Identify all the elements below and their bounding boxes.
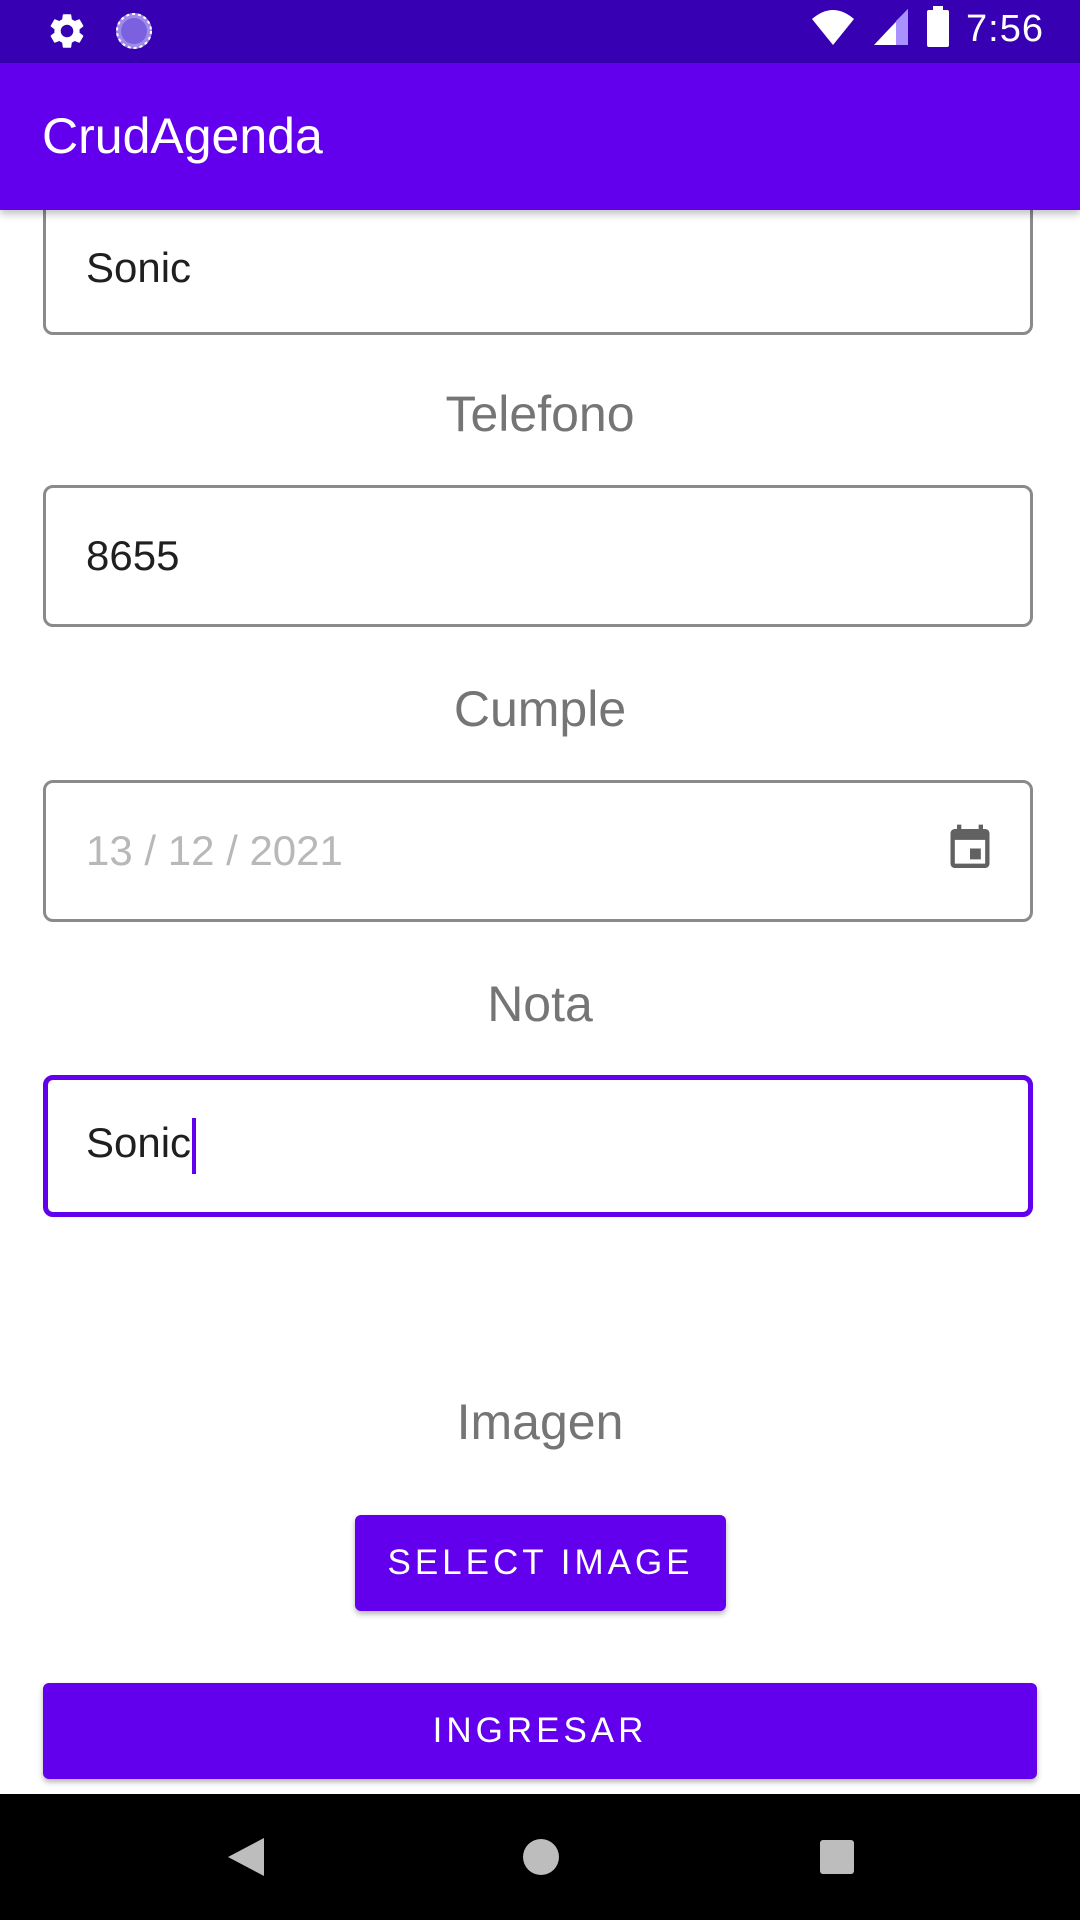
calendar-icon[interactable] (944, 821, 996, 882)
battery-icon (926, 6, 950, 53)
wifi-icon (810, 7, 856, 52)
app-bar: CrudAgenda (0, 63, 1080, 210)
gear-icon (46, 10, 88, 57)
sync-icon (114, 11, 154, 56)
back-icon[interactable] (220, 1832, 270, 1887)
signal-icon (872, 7, 910, 52)
note-label: Nota (487, 976, 593, 1032)
home-icon[interactable] (516, 1832, 566, 1887)
note-input-value: Sonic (86, 1118, 197, 1174)
note-field[interactable]: Sonic (43, 1075, 1033, 1217)
text-caret (192, 1118, 197, 1174)
app-title: CrudAgenda (42, 108, 323, 164)
phone-field[interactable]: 8655 (43, 485, 1033, 627)
name-value: Sonic (86, 244, 192, 291)
form-content[interactable]: Sonic Telefono 8655 Cumple 13 / 12 / 202… (0, 210, 1080, 1794)
select-image-button[interactable]: SELECT IMAGE (355, 1515, 726, 1611)
birthday-placeholder: 13 / 12 / 2021 (86, 827, 343, 874)
birthday-field[interactable]: 13 / 12 / 2021 (43, 780, 1033, 922)
birthday-label: Cumple (453, 681, 627, 737)
phone-label: Telefono (445, 386, 635, 442)
note-value: Sonic (86, 1119, 192, 1167)
phone-value: 8655 (86, 532, 180, 579)
status-bar: 7:56 (0, 0, 1080, 63)
image-label: Imagen (456, 1394, 624, 1450)
ingresar-button[interactable]: INGRESAR (43, 1683, 1037, 1779)
name-field[interactable]: Sonic (43, 210, 1033, 335)
recents-icon[interactable] (812, 1832, 862, 1887)
clock: 7:56 (966, 8, 1044, 50)
navigation-bar (0, 1794, 1080, 1920)
